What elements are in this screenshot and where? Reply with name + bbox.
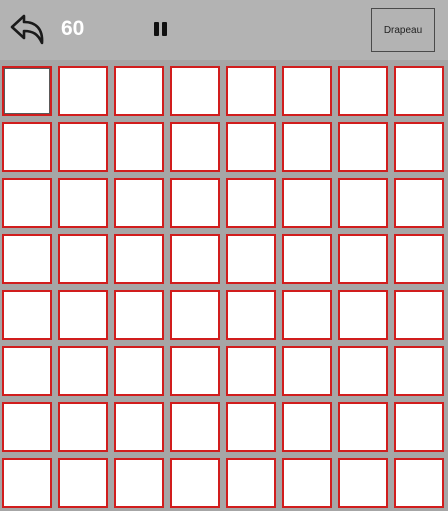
board-cell-r1-c5[interactable] <box>226 66 276 116</box>
board-cell-r4-c7[interactable] <box>338 234 388 284</box>
undo-arrow-icon <box>10 14 44 45</box>
board-cell-r2-c5[interactable] <box>226 122 276 172</box>
board-cell-r6-c7[interactable] <box>338 346 388 396</box>
pause-button[interactable] <box>150 18 174 42</box>
board-cell-r1-c4[interactable] <box>170 66 220 116</box>
board-cell-r8-c8[interactable] <box>394 458 444 508</box>
board-cell-r7-c7[interactable] <box>338 402 388 452</box>
board-cell-r3-c2[interactable] <box>58 178 108 228</box>
board-cell-r8-c3[interactable] <box>114 458 164 508</box>
board-cell-r4-c6[interactable] <box>282 234 332 284</box>
board-cell-r2-c7[interactable] <box>338 122 388 172</box>
board-cell-r8-c1[interactable] <box>2 458 52 508</box>
remaining-counter: 60 <box>61 17 85 40</box>
board-cell-r7-c1[interactable] <box>2 402 52 452</box>
board-cell-r4-c5[interactable] <box>226 234 276 284</box>
board-cell-r8-c4[interactable] <box>170 458 220 508</box>
board-cell-r5-c6[interactable] <box>282 290 332 340</box>
board-cell-r3-c1[interactable] <box>2 178 52 228</box>
pause-icon <box>154 22 167 36</box>
board-cell-r8-c7[interactable] <box>338 458 388 508</box>
board-cell-r6-c3[interactable] <box>114 346 164 396</box>
board-cell-r8-c5[interactable] <box>226 458 276 508</box>
board-cell-r2-c8[interactable] <box>394 122 444 172</box>
board-cell-r4-c8[interactable] <box>394 234 444 284</box>
board-cell-r7-c6[interactable] <box>282 402 332 452</box>
back-button[interactable] <box>8 12 48 46</box>
board-cell-r4-c1[interactable] <box>2 234 52 284</box>
board-cell-r7-c4[interactable] <box>170 402 220 452</box>
top-toolbar: 60 Drapeau <box>0 0 448 60</box>
board-cell-r1-c7[interactable] <box>338 66 388 116</box>
flag-mode-button[interactable]: Drapeau <box>371 8 435 52</box>
board-cell-r1-c3[interactable] <box>114 66 164 116</box>
board-cell-r6-c6[interactable] <box>282 346 332 396</box>
board-cell-r1-c6[interactable] <box>282 66 332 116</box>
board-cell-r2-c2[interactable] <box>58 122 108 172</box>
board-cell-r7-c2[interactable] <box>58 402 108 452</box>
board-cell-r3-c4[interactable] <box>170 178 220 228</box>
board-cell-r7-c8[interactable] <box>394 402 444 452</box>
board-cell-r6-c1[interactable] <box>2 346 52 396</box>
board-cell-r3-c5[interactable] <box>226 178 276 228</box>
board-cell-r1-c2[interactable] <box>58 66 108 116</box>
board-cell-r1-c8[interactable] <box>394 66 444 116</box>
board-cell-r3-c7[interactable] <box>338 178 388 228</box>
board-cell-r3-c8[interactable] <box>394 178 444 228</box>
board-cell-r3-c3[interactable] <box>114 178 164 228</box>
board-cell-r2-c3[interactable] <box>114 122 164 172</box>
board-cell-r5-c2[interactable] <box>58 290 108 340</box>
board-cell-r5-c7[interactable] <box>338 290 388 340</box>
board-cell-r4-c2[interactable] <box>58 234 108 284</box>
game-board <box>0 62 448 510</box>
board-cell-r7-c3[interactable] <box>114 402 164 452</box>
board-cell-r4-c4[interactable] <box>170 234 220 284</box>
board-cell-r5-c3[interactable] <box>114 290 164 340</box>
board-cell-r4-c3[interactable] <box>114 234 164 284</box>
board-cell-r8-c2[interactable] <box>58 458 108 508</box>
board-cell-r1-c1[interactable] <box>2 66 52 116</box>
board-cell-r5-c1[interactable] <box>2 290 52 340</box>
board-cell-r6-c5[interactable] <box>226 346 276 396</box>
board-cell-r2-c6[interactable] <box>282 122 332 172</box>
board-cell-r5-c5[interactable] <box>226 290 276 340</box>
board-cell-r2-c1[interactable] <box>2 122 52 172</box>
board-cell-r6-c8[interactable] <box>394 346 444 396</box>
board-cell-r6-c2[interactable] <box>58 346 108 396</box>
board-cell-r2-c4[interactable] <box>170 122 220 172</box>
board-cell-r5-c8[interactable] <box>394 290 444 340</box>
board-cell-r3-c6[interactable] <box>282 178 332 228</box>
board-cell-r8-c6[interactable] <box>282 458 332 508</box>
board-cell-r5-c4[interactable] <box>170 290 220 340</box>
board-cell-r7-c5[interactable] <box>226 402 276 452</box>
board-cell-r6-c4[interactable] <box>170 346 220 396</box>
